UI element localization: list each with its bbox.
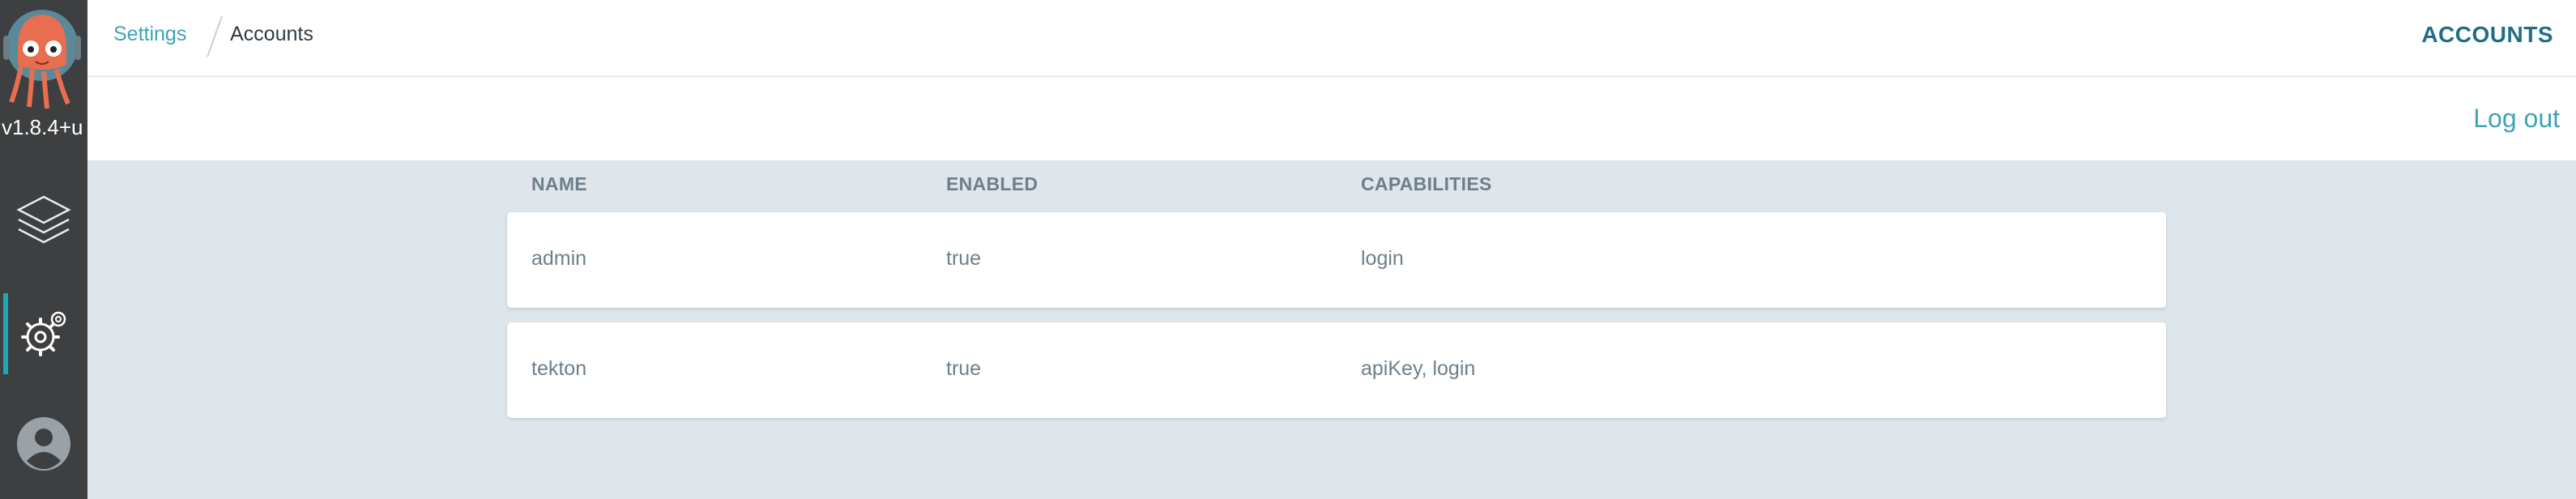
layers-icon xyxy=(16,195,71,244)
sidebar-item-applications[interactable] xyxy=(0,177,87,264)
column-header-name: NAME xyxy=(531,173,587,194)
accounts-list: NAME ENABLED CAPABILITIES admin true log… xyxy=(87,160,2576,499)
table-header: NAME ENABLED CAPABILITIES xyxy=(507,173,2166,206)
gear-icon xyxy=(21,311,66,356)
toolbar: Log out xyxy=(87,77,2576,160)
account-name: tekton xyxy=(531,357,587,380)
top-bar: Settings Accounts ACCOUNTS xyxy=(87,0,2576,76)
account-enabled: true xyxy=(946,357,982,380)
breadcrumb-accounts: Accounts xyxy=(230,23,313,45)
account-name: admin xyxy=(531,247,587,270)
column-header-capabilities: CAPABILITIES xyxy=(1361,173,1492,194)
user-avatar-icon xyxy=(17,417,70,471)
account-enabled: true xyxy=(946,247,982,270)
account-capabilities: login xyxy=(1361,247,1404,270)
sidebar-item-user-info[interactable] xyxy=(0,400,87,488)
sidebar-item-settings[interactable] xyxy=(0,290,87,377)
breadcrumb-separator xyxy=(207,15,223,58)
column-header-enabled: ENABLED xyxy=(946,173,1039,194)
version-label: v1.8.4+u xyxy=(2,115,83,139)
account-capabilities: apiKey, login xyxy=(1361,357,1476,380)
page-title: ACCOUNTS xyxy=(2421,22,2553,47)
argo-logo[interactable] xyxy=(0,0,87,113)
table-row[interactable]: tekton true apiKey, login xyxy=(507,322,2166,418)
sidebar: v1.8.4+u xyxy=(0,0,87,499)
table-row[interactable]: admin true login xyxy=(507,212,2166,308)
breadcrumb-settings[interactable]: Settings xyxy=(113,23,186,46)
logout-button[interactable]: Log out xyxy=(2473,104,2560,134)
